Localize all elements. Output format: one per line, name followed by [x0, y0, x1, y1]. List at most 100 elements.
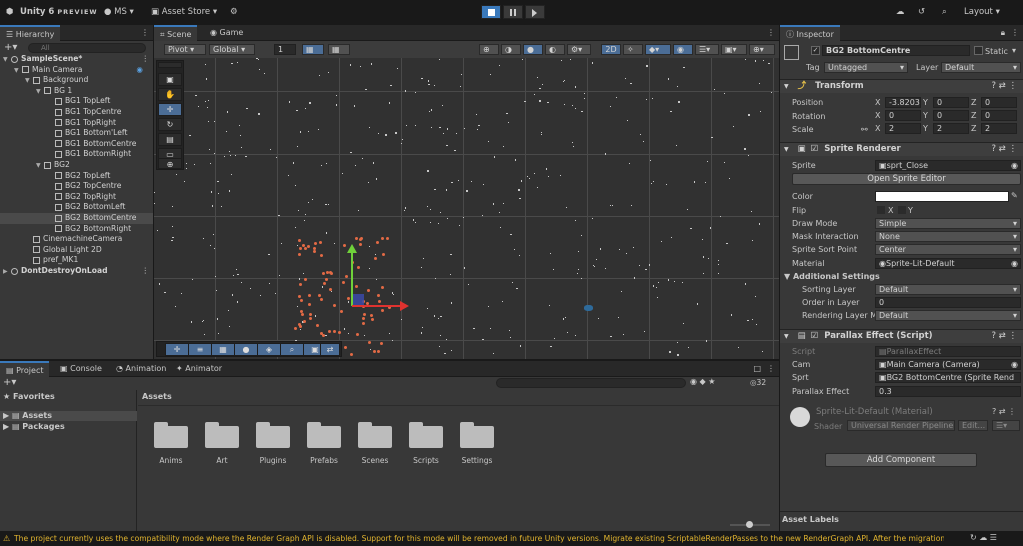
lock-icon[interactable]: 🔒︎: [1001, 28, 1005, 38]
gizmo-xy-plane[interactable]: [353, 294, 364, 305]
shading-lit-icon[interactable]: ◐: [545, 44, 565, 55]
cloud-icon[interactable]: ☁: [896, 5, 905, 19]
rot-z-field[interactable]: 0: [981, 110, 1017, 121]
pos-x-field[interactable]: -3.8203: [885, 97, 921, 108]
overlay-layers-icon[interactable]: ◈: [257, 343, 281, 356]
layout-dropdown[interactable]: Layout ▾: [964, 5, 1000, 19]
project-add-icon[interactable]: +▾: [3, 377, 16, 388]
object-name-field[interactable]: BG2 BottomCentre: [822, 45, 970, 56]
hierarchy-item[interactable]: BG1 Bottom'Left: [0, 128, 153, 139]
gizmo-orient-icon[interactable]: ⊕: [479, 44, 499, 55]
global-dropdown[interactable]: Global ▾: [209, 44, 255, 55]
material-field[interactable]: ◉Sprite-Lit-Default ◉: [875, 258, 1021, 269]
overlay-move-icon[interactable]: ✛: [165, 343, 189, 356]
static-checkbox[interactable]: [974, 46, 983, 55]
folder-icon[interactable]: [460, 422, 494, 448]
gizmo-x-arrow-icon[interactable]: [400, 301, 409, 311]
scene-more-icon[interactable]: ⋮: [767, 28, 775, 37]
hierarchy-item[interactable]: BG2 BottomRight: [0, 224, 153, 235]
project-lock-icon[interactable]: □: [753, 364, 761, 373]
rot-x-field[interactable]: 0: [885, 110, 921, 121]
parallax-effect-field[interactable]: 0.3: [875, 386, 1021, 397]
hierarchy-item[interactable]: ▼ SampleScene* ⋮: [0, 54, 153, 65]
packages-tree-item[interactable]: ▶ ▤ Packages: [3, 422, 65, 431]
mask-interaction-dropdown[interactable]: None ▾: [875, 231, 1021, 242]
tool-palette-handle[interactable]: [158, 62, 182, 68]
scene-menu-icon[interactable]: ⋮: [141, 266, 149, 277]
tab-animation[interactable]: ◔ Animation: [110, 361, 172, 377]
folder-icon[interactable]: [154, 422, 188, 448]
folder-icon[interactable]: [409, 422, 443, 448]
inspector-more-icon[interactable]: ⋮: [1011, 28, 1019, 37]
rot-y-field[interactable]: 0: [933, 110, 969, 121]
grid-snap-button[interactable]: ▦: [302, 44, 324, 55]
hierarchy-item[interactable]: BG2 BottomCentre: [0, 213, 153, 224]
tag-dropdown[interactable]: Untagged ▾: [824, 62, 908, 73]
add-icon[interactable]: +▾: [4, 42, 17, 53]
color-swatch[interactable]: [875, 191, 1009, 202]
scene-viewport[interactable]: ▣ ✋ ✛ ↻ ▤ ▭ ⊕ ✛ ≡ ▦ ● ◈ ⌕ ▣ ⇄: [154, 58, 779, 359]
asset-store-button[interactable]: ▣ Asset Store ▾: [151, 5, 217, 19]
pos-y-field[interactable]: 0: [933, 97, 969, 108]
history-icon[interactable]: ↺: [918, 5, 925, 19]
project-search-input[interactable]: [496, 378, 686, 388]
sprite-renderer-enabled-checkbox[interactable]: ☑: [811, 144, 819, 154]
hierarchy-item[interactable]: ▼ Background: [0, 75, 153, 86]
hierarchy-item[interactable]: Global Light 2D: [0, 245, 153, 256]
scene-object-marker[interactable]: [584, 305, 593, 311]
hierarchy-item[interactable]: BG2 TopCentre: [0, 181, 153, 192]
component-menu-icons[interactable]: ? ⇄ ⋮: [991, 80, 1017, 93]
sprite-renderer-header[interactable]: ▼ ▣ ☑ Sprite Renderer ? ⇄ ⋮: [780, 142, 1023, 156]
parallax-enabled-checkbox[interactable]: ☑: [811, 331, 819, 341]
project-more-icon[interactable]: ⋮: [767, 364, 775, 373]
overlay-shuffle-icon[interactable]: ⇄: [320, 343, 340, 356]
hierarchy-item[interactable]: BG2 TopRight: [0, 192, 153, 203]
flip-x-checkbox[interactable]: [877, 206, 885, 214]
hierarchy-item[interactable]: ▼ Main Camera ◉: [0, 65, 153, 76]
material-menu-icons[interactable]: ? ⇄ ⋮: [992, 407, 1016, 416]
hierarchy-item[interactable]: ▼ BG2: [0, 160, 153, 171]
visibility-eye-icon[interactable]: ◉: [673, 44, 693, 55]
additional-settings-foldout[interactable]: ▼ Additional Settings: [784, 272, 880, 281]
camera-settings-icon[interactable]: ▣▾: [721, 44, 747, 55]
search-icon[interactable]: ⌕: [942, 5, 947, 19]
constrain-scale-link-icon[interactable]: ⚯: [861, 125, 868, 134]
eyedropper-icon[interactable]: ✎: [1011, 191, 1018, 200]
shader-options-dropdown[interactable]: ☰▾: [992, 420, 1020, 431]
tab-animator[interactable]: ✦ Animator: [170, 361, 228, 377]
filter-icons[interactable]: ◉ ◆ ★: [690, 377, 715, 386]
move-tool-icon[interactable]: ✛: [158, 103, 182, 116]
hierarchy-item[interactable]: ▼ BG 1: [0, 86, 153, 97]
hierarchy-item[interactable]: BG1 TopRight: [0, 118, 153, 129]
sorting-layer-dropdown[interactable]: Default ▾: [875, 284, 1021, 295]
active-checkbox[interactable]: ✓: [811, 46, 820, 55]
gizmos-icon[interactable]: ⊕▾: [749, 44, 775, 55]
shading-wire-icon[interactable]: ◑: [501, 44, 521, 55]
play-button[interactable]: [481, 5, 501, 19]
layer-dropdown[interactable]: Default ▾: [941, 62, 1021, 73]
favorites-foldout[interactable]: ★ Favorites: [3, 392, 55, 401]
fx-toggle-icon[interactable]: ◆▾: [645, 44, 671, 55]
gizmo-y-arrow-icon[interactable]: [347, 244, 357, 253]
debug-draw-icon[interactable]: ⚙▾: [567, 44, 591, 55]
shader-dropdown[interactable]: Universal Render Pipeline: [847, 420, 955, 431]
add-component-button[interactable]: Add Component: [825, 453, 977, 467]
tab-inspector[interactable]: ⓘ Inspector: [780, 25, 840, 41]
hierarchy-item[interactable]: BG1 TopLeft: [0, 96, 153, 107]
tab-project[interactable]: ▤ Project: [0, 361, 50, 377]
transform-header[interactable]: ▼ ⤴ Transform ? ⇄ ⋮: [780, 79, 1023, 93]
hierarchy-item[interactable]: ▶ DontDestroyOnLoad ⋮: [0, 266, 153, 277]
tab-hierarchy[interactable]: ☰ Hierarchy: [0, 25, 61, 41]
transform-tool-icon[interactable]: ⊕: [158, 158, 182, 169]
scale-z-field[interactable]: 2: [981, 123, 1017, 134]
lighting-toggle-icon[interactable]: ✧: [623, 44, 643, 55]
scene-menu-icon[interactable]: ⋮: [141, 54, 149, 65]
rendering-layer-dropdown[interactable]: Default ▾: [875, 310, 1021, 321]
overlay-align-icon[interactable]: ≡: [188, 343, 212, 356]
hierarchy-item[interactable]: BG2 BottomLeft: [0, 202, 153, 213]
tab-console[interactable]: ▣ Console: [54, 361, 108, 377]
expand-arrow-icon[interactable]: ▶: [3, 267, 11, 278]
snap-increment-button[interactable]: ▦: [328, 44, 350, 55]
folder-icon[interactable]: [256, 422, 290, 448]
gizmo-x-axis[interactable]: [352, 305, 402, 307]
